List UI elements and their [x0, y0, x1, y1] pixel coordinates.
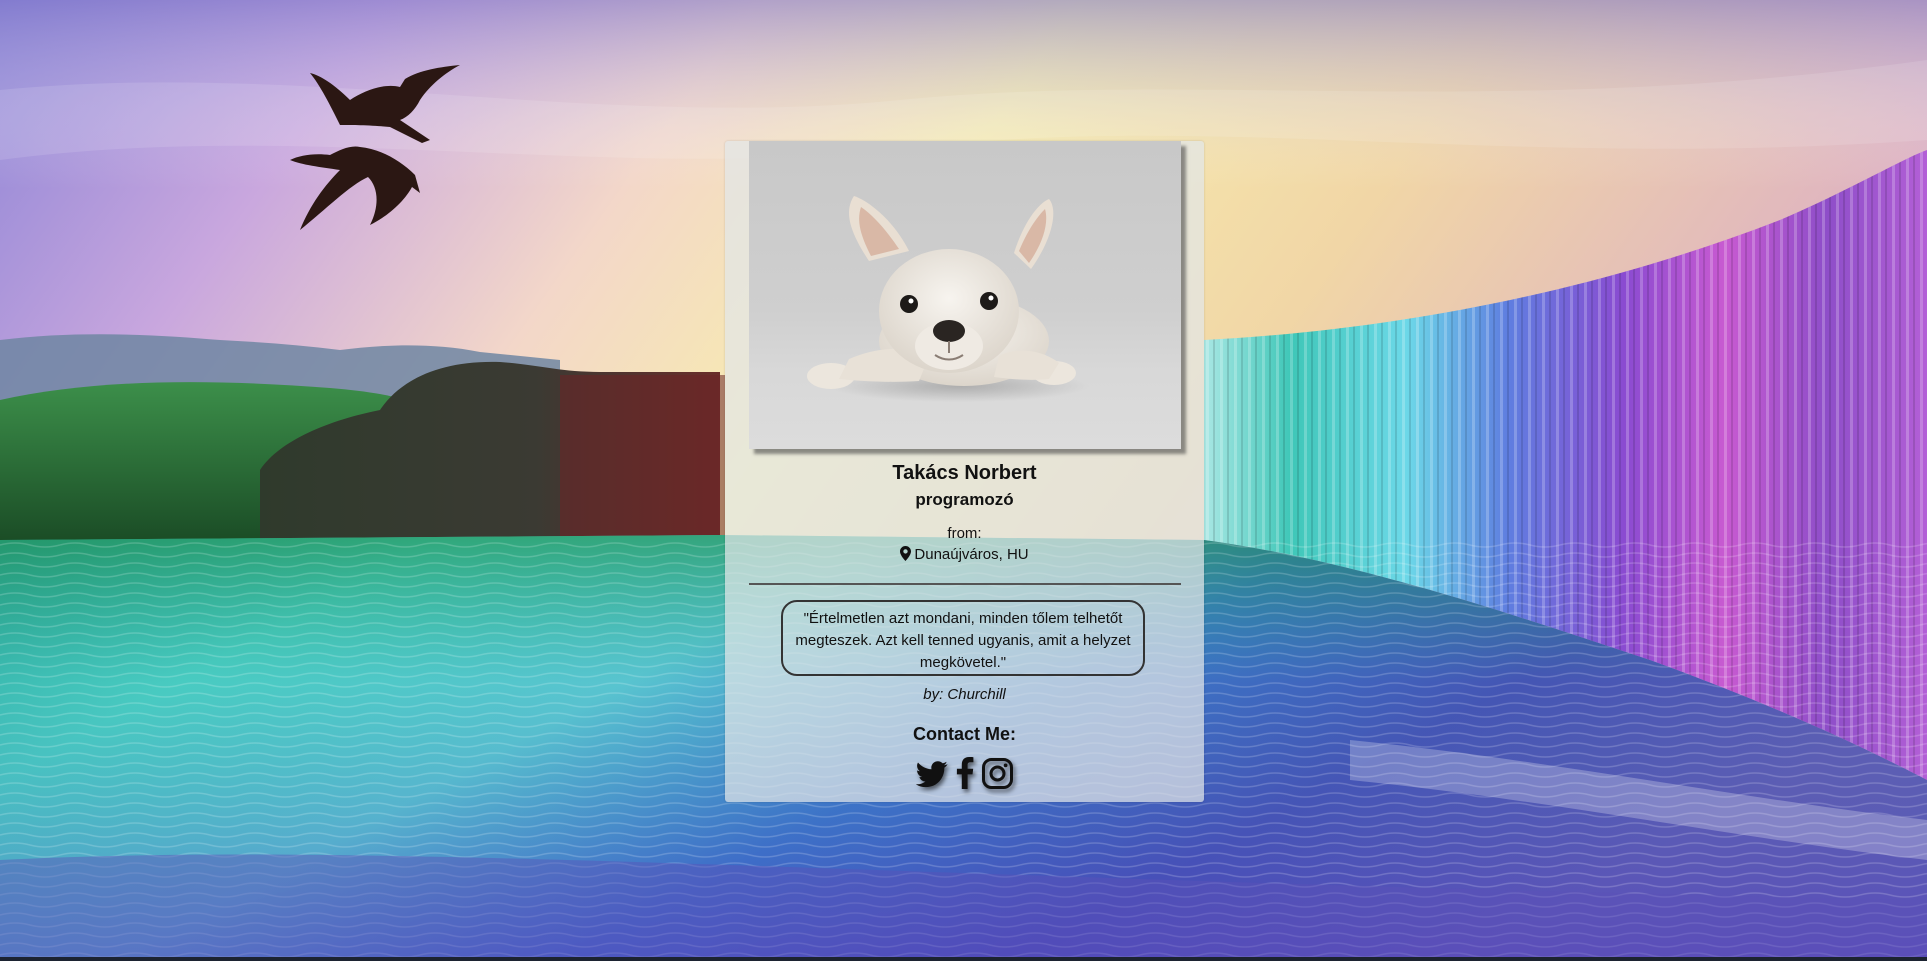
location: Dunaújváros, HU — [725, 546, 1204, 565]
contact-heading: Contact Me: — [913, 724, 1016, 744]
map-pin-icon — [900, 546, 912, 565]
profile-name: Takács Norbert — [892, 462, 1037, 484]
divider — [749, 583, 1181, 585]
profile-photo-dog — [749, 141, 1181, 449]
twitter-icon[interactable] — [915, 761, 948, 789]
social-links — [725, 757, 1204, 789]
facebook-icon[interactable] — [956, 757, 974, 789]
profile-card: Takács Norbert programozó from: Dunaújvá… — [725, 141, 1204, 802]
quote-author: by: Churchill — [923, 686, 1006, 703]
quote-box: "Értelmetlen azt mondani, minden tőlem t… — [781, 600, 1145, 676]
bottom-strip — [0, 957, 1927, 961]
from-label: from: — [947, 525, 982, 542]
birds-silhouette — [290, 65, 460, 230]
instagram-icon[interactable] — [982, 758, 1013, 789]
profile-role: programozó — [915, 490, 1014, 509]
location-text: Dunaújváros, HU — [914, 546, 1029, 563]
